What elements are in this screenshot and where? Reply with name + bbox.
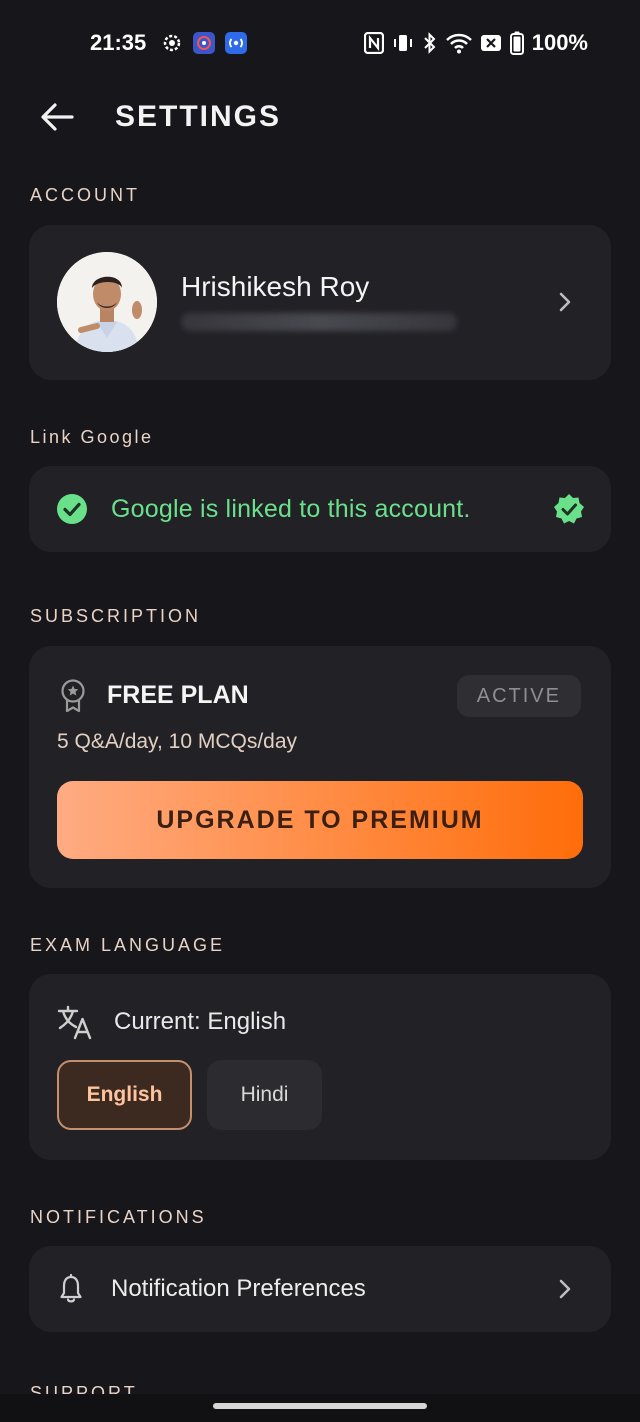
- google-link-card: Google is linked to this account.: [29, 466, 611, 552]
- notification-preferences-row[interactable]: Notification Preferences: [29, 1246, 611, 1332]
- award-ribbon-icon: [61, 679, 85, 713]
- status-left-icons: [160, 31, 248, 55]
- arrow-left-icon: [41, 103, 74, 131]
- battery-percentage: 100%: [531, 30, 588, 55]
- vibrate-icon: [393, 35, 412, 51]
- chevron-right-icon: [559, 1279, 571, 1299]
- language-option-hindi[interactable]: Hindi: [207, 1060, 322, 1130]
- bluetooth-icon: [424, 32, 436, 54]
- language-option-english[interactable]: English: [57, 1060, 192, 1130]
- app-notification-icon: [193, 32, 215, 54]
- account-name: Hrishikesh Roy: [181, 271, 370, 302]
- status-time: 21:35: [90, 30, 147, 55]
- broadcast-app-icon: [225, 32, 247, 54]
- plan-limits: 5 Q&A/day, 10 MCQs/day: [57, 730, 298, 753]
- battery-icon: [509, 31, 524, 55]
- section-label-link-google: Link Google: [30, 427, 154, 447]
- plan-status-badge: ACTIVE: [456, 675, 581, 717]
- bell-icon: [60, 1274, 82, 1303]
- wifi-icon: [445, 33, 472, 54]
- check-circle-icon: [57, 494, 87, 524]
- status-bar: 21:35 100%: [0, 0, 640, 86]
- google-link-status: Google is linked to this account.: [111, 495, 471, 523]
- plan-title: FREE PLAN: [107, 681, 249, 709]
- status-right-icons: 100%: [363, 30, 588, 56]
- section-label-account: ACCOUNT: [30, 185, 140, 205]
- section-label-exam-language: EXAM LANGUAGE: [30, 935, 226, 955]
- settings-gear-icon: [163, 34, 181, 52]
- translate-icon: [57, 1005, 92, 1040]
- page-title: SETTINGS: [115, 100, 282, 133]
- avatar: [57, 252, 157, 352]
- nfc-icon: [363, 32, 384, 54]
- home-indicator[interactable]: [213, 1403, 427, 1409]
- current-language-label: Current: English: [114, 1008, 287, 1035]
- chevron-right-icon: [559, 292, 571, 312]
- back-button[interactable]: [36, 96, 78, 138]
- section-label-subscription: SUBSCRIPTION: [30, 606, 202, 626]
- subscription-card: FREE PLAN ACTIVE 5 Q&A/day, 10 MCQs/day …: [29, 646, 611, 888]
- exam-language-card: Current: English English Hindi: [29, 974, 611, 1160]
- verified-badge-icon: [554, 494, 584, 524]
- app-header: SETTINGS: [0, 90, 640, 146]
- notification-preferences-label: Notification Preferences: [111, 1275, 366, 1302]
- account-email-redacted: [181, 313, 457, 331]
- account-card[interactable]: Hrishikesh Roy: [29, 225, 611, 380]
- no-sim-icon: [480, 35, 501, 51]
- upgrade-premium-button[interactable]: UPGRADE TO PREMIUM: [57, 781, 583, 859]
- section-label-notifications: NOTIFICATIONS: [30, 1207, 207, 1227]
